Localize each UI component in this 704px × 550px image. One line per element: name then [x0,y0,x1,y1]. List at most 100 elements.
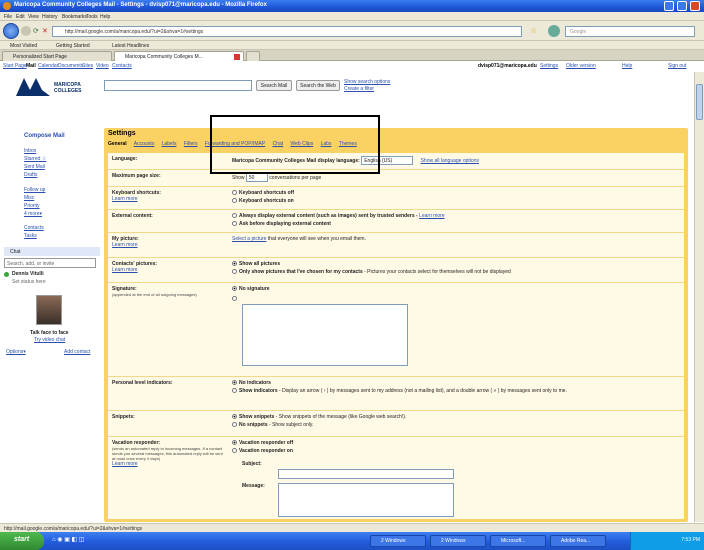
reload-icon[interactable]: ⟳ [33,27,39,35]
external-always-option[interactable]: Always display external content (such as… [232,213,680,219]
label-follow-up[interactable]: Follow up [24,187,45,193]
menu-help[interactable]: Help [100,14,110,20]
search-mail-button[interactable]: Search Mail [256,80,292,91]
mail-search-input[interactable] [104,80,252,91]
radio-icon[interactable] [232,422,237,428]
taskbar-item-windows-1[interactable]: 2 Windows [370,535,426,547]
start-button[interactable]: start [0,532,44,550]
back-button[interactable] [3,23,19,39]
vacation-subject-input[interactable] [278,469,454,479]
nav-drafts[interactable]: Drafts [24,172,37,178]
new-tab-button[interactable] [246,51,260,61]
menu-tools[interactable]: Tools [86,14,98,20]
tab-accounts[interactable]: Accounts [134,141,155,147]
no-indicators-option[interactable]: No indicators [232,380,680,386]
link-video[interactable]: Video [96,63,109,69]
chat-user-name[interactable]: Dennis Vitulli [12,271,44,277]
radio-icon[interactable] [232,286,237,292]
menu-edit[interactable]: Edit [16,14,25,20]
chat-options-link[interactable]: Options▾ [6,349,26,355]
vacation-on-option[interactable]: Vacation responder on [232,448,680,454]
bookmark-latest-headlines[interactable]: Latest Headlines [112,43,149,49]
browser-tab-mail[interactable]: Maricopa Community Colleges M... [114,51,244,61]
browser-tab-start-page[interactable]: Personalized Start Page [2,51,112,61]
radio-icon[interactable] [232,388,237,394]
vacation-message-textarea[interactable] [278,483,454,517]
link-documents[interactable]: Documents [58,63,83,69]
label-priority[interactable]: Priority [24,203,40,209]
menu-view[interactable]: View [28,14,39,20]
search-web-button[interactable]: Search the Web [296,80,340,91]
tab-general[interactable]: General [108,141,127,147]
nav-inbox[interactable]: Inbox [24,148,36,154]
create-filter-link[interactable]: Create a filter [344,86,374,92]
scrollbar-thumb[interactable] [696,84,703,120]
radio-icon[interactable] [232,221,237,227]
show-snippets-option[interactable]: Show snippets - Show snippets of the mes… [232,414,680,420]
close-button[interactable] [690,1,700,11]
label-misc[interactable]: Misc [24,195,34,201]
radio-icon[interactable] [232,269,237,275]
show-all-languages-link[interactable]: Show all language options [421,158,479,164]
minimize-button[interactable] [664,1,674,11]
menu-file[interactable]: File [4,14,12,20]
web-search-input[interactable]: Google [565,26,695,37]
promo-link[interactable]: Try video chat [34,337,65,343]
page-size-select[interactable]: 50 [245,173,268,182]
radio-icon[interactable] [232,440,237,446]
chat-search-input[interactable]: Search, add, or invite [4,258,96,268]
link-contacts[interactable]: Contacts [112,63,132,69]
radio-icon[interactable] [232,448,237,454]
bookmark-getting-started[interactable]: Getting Started [56,43,90,49]
link-older-version[interactable]: Older version [566,63,596,69]
radio-icon[interactable] [232,190,237,196]
no-snippets-option[interactable]: No snippets - Show subject only. [232,422,680,428]
clock[interactable]: 7:53 PM [681,537,700,543]
url-field[interactable]: http://mail.google.com/a/maricopa.edu/?u… [52,26,522,37]
radio-icon[interactable] [232,213,237,219]
nav-tasks[interactable]: Tasks [24,233,37,239]
menu-bookmarks[interactable]: Bookmarks [62,14,87,20]
link-settings[interactable]: Settings [540,63,558,69]
chat-status-text[interactable]: Set status here [12,279,46,285]
link-help[interactable]: Help [622,63,632,69]
nav-sent-mail[interactable]: Sent Mail [24,164,45,170]
star-icon[interactable]: ☆ [530,26,537,35]
external-ask-option[interactable]: Ask before displaying external content [232,221,680,227]
only-my-pictures-option[interactable]: Only show pictures that I've chosen for … [232,269,680,275]
stop-icon[interactable]: ✕ [42,27,48,35]
link-sites[interactable]: Sites [82,63,93,69]
select-picture-link[interactable]: Select a picture [232,236,266,242]
tab-filters[interactable]: Filters [184,141,198,147]
labels-more[interactable]: 4 more▾ [24,211,42,217]
menu-history[interactable]: History [42,14,58,20]
learn-more-link[interactable]: Learn more [419,213,445,219]
tab-close-icon[interactable] [234,54,240,60]
link-mail[interactable]: Mail [26,63,36,69]
chat-header[interactable]: Chat [4,247,100,256]
shortcuts-on-option[interactable]: Keyboard shortcuts on [232,198,680,204]
maricopa-logo[interactable]: MARICOPA COLLEGES [16,74,106,100]
learn-more-link[interactable]: Learn more [112,461,224,467]
nav-starred[interactable]: Starred ☆ [24,156,46,162]
taskbar-item-adobe[interactable]: Adobe Rea... [550,535,606,547]
no-signature-option[interactable]: No signature [232,286,680,292]
tab-labels[interactable]: Labels [162,141,177,147]
learn-more-link[interactable]: Learn more [112,196,224,202]
taskbar-item-microsoft[interactable]: Microsoft... [490,535,546,547]
shortcuts-off-option[interactable]: Keyboard shortcuts off [232,190,680,196]
radio-icon[interactable] [232,198,237,204]
show-indicators-option[interactable]: Show indicators - Display an arrow ( › )… [232,388,680,394]
add-contact-link[interactable]: Add contact [64,349,90,355]
show-all-pictures-option[interactable]: Show all pictures [232,261,680,267]
learn-more-link[interactable]: Learn more [112,242,224,248]
radio-icon[interactable] [232,414,237,420]
radio-icon[interactable] [232,380,237,386]
show-search-options-link[interactable]: Show search options [344,79,390,85]
forward-button[interactable] [21,26,31,36]
bookmark-most-visited[interactable]: Most Visited [10,43,37,49]
custom-signature-radio[interactable] [232,296,237,301]
nav-contacts[interactable]: Contacts [24,225,44,231]
compose-mail-link[interactable]: Compose Mail [24,133,65,139]
quick-launch[interactable]: ⌂ ◉ ▣ ◧ ◫ [52,536,112,546]
